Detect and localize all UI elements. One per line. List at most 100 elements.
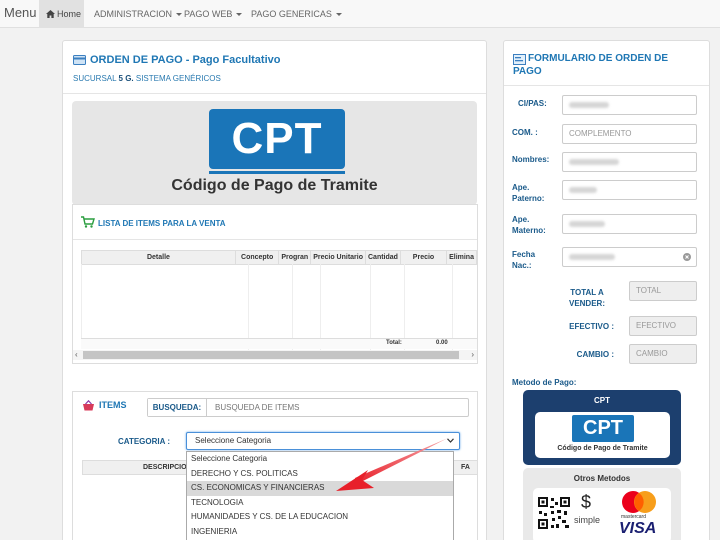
divider — [73, 239, 477, 240]
cpt-logo-text: CPT — [231, 114, 323, 163]
cart-icon — [81, 216, 95, 228]
nav-pago-genericas[interactable]: PAGO GENERICAS — [251, 0, 342, 28]
col-elimina[interactable]: Elimina — [446, 250, 477, 265]
mini-cpt-logo: CPT — [572, 415, 634, 442]
ape-materno-line2: Materno: — [512, 226, 546, 235]
payment-method-label: Metodo de Pago: — [512, 378, 577, 387]
cpt-logo: CPT — [209, 109, 345, 169]
total-vender-line1: TOTAL A — [570, 288, 604, 297]
form-title: FORMULARIO DE ORDEN DE — [528, 52, 668, 65]
col-program[interactable]: Progran — [278, 250, 312, 265]
divider — [504, 85, 709, 86]
ape-paterno-input[interactable] — [562, 180, 697, 200]
banner-caption: Código de Pago de Tramite — [171, 177, 378, 194]
total-input[interactable]: TOTAL — [629, 281, 697, 301]
fecha-nac-label: Fecha Nac.: — [512, 249, 535, 271]
top-navbar: Menu Home ADMINISTRACION PAGO WEB PAGO G… — [0, 0, 720, 28]
form-title-line2: PAGO — [513, 66, 542, 77]
nav-pago-web[interactable]: PAGO WEB — [184, 0, 243, 28]
scroll-left-icon[interactable]: ‹ — [75, 350, 78, 360]
cpt-banner: CPT Código de Pago de Tramite — [72, 101, 477, 205]
caret-down-icon — [236, 13, 243, 17]
col-detalle[interactable]: Detalle — [81, 250, 236, 265]
fecha-line1: Fecha — [512, 250, 536, 259]
card-icon — [73, 55, 86, 65]
ape-materno-line1: Ape. — [512, 215, 530, 224]
table-body — [81, 264, 477, 350]
payment-cpt-card: CPT Código de Pago de Tramite — [535, 412, 670, 458]
col-concepto[interactable]: Concepto — [234, 250, 280, 265]
search-group: BUSQUEDA: — [147, 398, 469, 417]
nav-home-label: Home — [57, 9, 82, 19]
sucursal-prefix: SUCURSAL — [73, 74, 117, 83]
col-fa[interactable]: FA — [453, 460, 478, 475]
payment-other-card: $ simple mastercard VISA — [533, 488, 671, 540]
cambio-input[interactable]: CAMBIO — [629, 344, 697, 364]
table-header-row: Detalle Concepto Progran Precio Unitario… — [81, 250, 477, 265]
caret-down-icon — [335, 13, 342, 17]
payment-cpt-title: CPT — [594, 396, 610, 405]
ape-materno-label: Ape. Materno: — [512, 214, 546, 236]
basket-icon — [83, 400, 94, 411]
fecha-nac-input[interactable] — [562, 247, 697, 267]
scroll-right-icon[interactable]: › — [471, 350, 474, 360]
caret-down-icon — [176, 13, 183, 17]
ape-paterno-line2: Paterno: — [512, 194, 545, 203]
sucursal-info: SUCURSAL 5 G. SISTEMA GENÉRICOS — [73, 74, 221, 83]
search-label: BUSQUEDA: — [148, 399, 207, 416]
ape-paterno-line1: Ape. — [512, 183, 530, 192]
category-option[interactable]: INGENIERIA — [187, 525, 453, 540]
scrollbar-thumb[interactable] — [83, 351, 459, 359]
menu-brand[interactable]: Menu — [4, 5, 37, 20]
nav-home[interactable]: Home — [39, 0, 84, 28]
category-label: CATEGORIA : — [118, 437, 170, 446]
search-input[interactable] — [208, 399, 466, 416]
items-list-box: LISTA DE ITEMS PARA LA VENTA Detalle Con… — [72, 204, 478, 364]
simple-dollar-icon: $ — [581, 492, 592, 512]
clear-icon[interactable] — [683, 253, 691, 261]
form-title-line1: FORMULARIO DE ORDEN DE — [528, 53, 668, 64]
items-list-title: LISTA DE ITEMS PARA LA VENTA — [98, 219, 226, 228]
category-option[interactable]: HUMANIDADES Y CS. DE LA EDUCACION — [187, 510, 453, 525]
nav-pago-genericas-label: PAGO GENERICAS — [251, 9, 332, 19]
horizontal-scrollbar[interactable]: ‹ › — [73, 350, 477, 360]
red-arrow-annotation — [336, 438, 448, 491]
order-title: ORDEN DE PAGO - Pago Facultativo — [90, 54, 281, 66]
ci-input[interactable] — [562, 95, 697, 115]
category-selected-value: Seleccione Categoria — [195, 436, 272, 445]
nombres-label: Nombres: — [512, 155, 550, 164]
nav-administracion-label: ADMINISTRACION — [94, 9, 173, 19]
qr-code-icon — [537, 496, 571, 530]
mini-cpt-caption: Código de Pago de Tramite — [557, 445, 648, 452]
nav-administracion[interactable]: ADMINISTRACION — [94, 0, 183, 28]
visa-label: VISA — [619, 520, 657, 537]
category-option[interactable]: TECNOLOGIA — [187, 496, 453, 511]
nav-pago-web-label: PAGO WEB — [184, 9, 233, 19]
items-title: ITEMS — [99, 400, 127, 410]
sucursal-system: SISTEMA GENÉRICOS — [135, 74, 221, 83]
home-icon — [46, 10, 55, 18]
ape-materno-input[interactable] — [562, 214, 697, 234]
divider — [63, 93, 486, 94]
items-table: Detalle Concepto Progran Precio Unitario… — [81, 250, 477, 265]
nombres-input[interactable] — [562, 152, 697, 172]
total-vender-line2: VENDER: — [568, 299, 605, 308]
ape-paterno-label: Ape. Paterno: — [512, 182, 544, 204]
simple-label: simple — [574, 515, 601, 525]
payment-cpt-option[interactable]: CPT CPT Código de Pago de Tramite — [523, 390, 681, 465]
logo-underline — [209, 171, 345, 174]
sucursal-value: 5 G. — [118, 74, 134, 83]
cambio-label: CAMBIO : — [576, 350, 614, 359]
payment-other-option[interactable]: Otros Metodos $ simple mastercard VISA — [523, 468, 681, 540]
form-icon — [513, 54, 526, 65]
efectivo-label: EFECTIVO : — [569, 322, 614, 331]
total-value: 0.00 — [436, 340, 448, 346]
col-precio-unitario[interactable]: Precio Unitario — [310, 250, 366, 265]
col-precio[interactable]: Precio — [399, 250, 448, 265]
col-cantidad[interactable]: Cantidad — [365, 250, 401, 265]
efectivo-input[interactable]: EFECTIVO — [629, 316, 697, 336]
table-footer: Total: 0.00 — [81, 338, 477, 349]
com-label: COM. : — [512, 128, 538, 137]
total-label: Total: — [386, 340, 402, 346]
complemento-input[interactable]: COMPLEMENTO — [562, 124, 697, 144]
